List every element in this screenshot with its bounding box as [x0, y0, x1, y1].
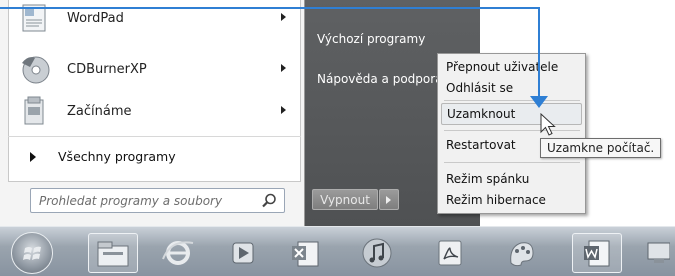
submenu-arrow-icon — [281, 106, 286, 114]
chevron-right-icon — [386, 196, 391, 204]
tooltip: Uzamkne počítač. — [540, 138, 662, 158]
menu-item-hibernate[interactable]: Režim hibernace — [446, 193, 546, 207]
getting-started-icon — [19, 95, 51, 127]
search-icon — [260, 192, 278, 210]
shutdown-options-button[interactable] — [379, 189, 399, 210]
shutdown-options-menu: Přepnout uživatele Odhlásit se Uzamknout… — [437, 53, 586, 214]
program-label: CDBurnerXP — [67, 61, 147, 77]
mouse-cursor-icon — [540, 113, 556, 136]
all-programs-button[interactable]: Všechny programy — [8, 136, 301, 176]
menu-item-switch-user[interactable]: Přepnout uživatele — [446, 60, 558, 74]
menu-item-log-off[interactable]: Odhlásit se — [446, 81, 513, 95]
program-label: WordPad — [67, 10, 124, 26]
search-input[interactable]: Prohledat programy a soubory — [30, 188, 285, 213]
word-icon[interactable] — [572, 233, 622, 273]
excel-icon[interactable] — [280, 233, 330, 273]
menu-separator — [444, 162, 580, 163]
expand-arrow-icon — [30, 151, 36, 162]
program-item-wordpad[interactable]: WordPad — [13, 0, 298, 38]
start-orb-icon[interactable] — [11, 232, 53, 274]
internet-explorer-icon[interactable] — [153, 233, 203, 273]
all-programs-label: Všechny programy — [58, 149, 176, 164]
shutdown-button[interactable]: Vypnout — [312, 189, 378, 210]
program-item-cdburnerxp[interactable]: CDBurnerXP — [13, 49, 298, 89]
acrobat-icon[interactable] — [425, 233, 475, 273]
callout-line — [0, 7, 540, 9]
media-player-icon[interactable] — [218, 233, 268, 273]
program-label: Začínáme — [67, 103, 132, 119]
start-menu-left-panel: WordPad CDBurnerXP Začínáme Všechny prog… — [0, 0, 305, 226]
submenu-arrow-icon — [281, 13, 286, 21]
default-programs-link[interactable]: Výchozí programy — [317, 32, 425, 46]
callout-line — [538, 7, 540, 97]
search-placeholder: Prohledat programy a soubory — [39, 193, 223, 208]
program-item-zaciname[interactable]: Začínáme — [13, 91, 298, 131]
menu-item-restart[interactable]: Restartovat — [446, 138, 516, 152]
paint-icon[interactable] — [497, 233, 547, 273]
network-icon[interactable] — [640, 233, 675, 273]
shutdown-label: Vypnout — [320, 192, 370, 207]
submenu-arrow-icon — [281, 64, 286, 72]
menu-item-sleep[interactable]: Režim spánku — [446, 172, 529, 186]
callout-arrow-icon — [530, 96, 548, 108]
taskbar — [0, 226, 675, 276]
itunes-icon[interactable] — [352, 233, 402, 273]
help-support-link[interactable]: Nápověda a podpora — [317, 72, 437, 86]
explorer-icon[interactable] — [88, 233, 138, 273]
menu-item-lock[interactable]: Uzamknout — [441, 103, 582, 125]
cdburner-icon — [19, 53, 51, 85]
menu-separator — [444, 100, 580, 101]
